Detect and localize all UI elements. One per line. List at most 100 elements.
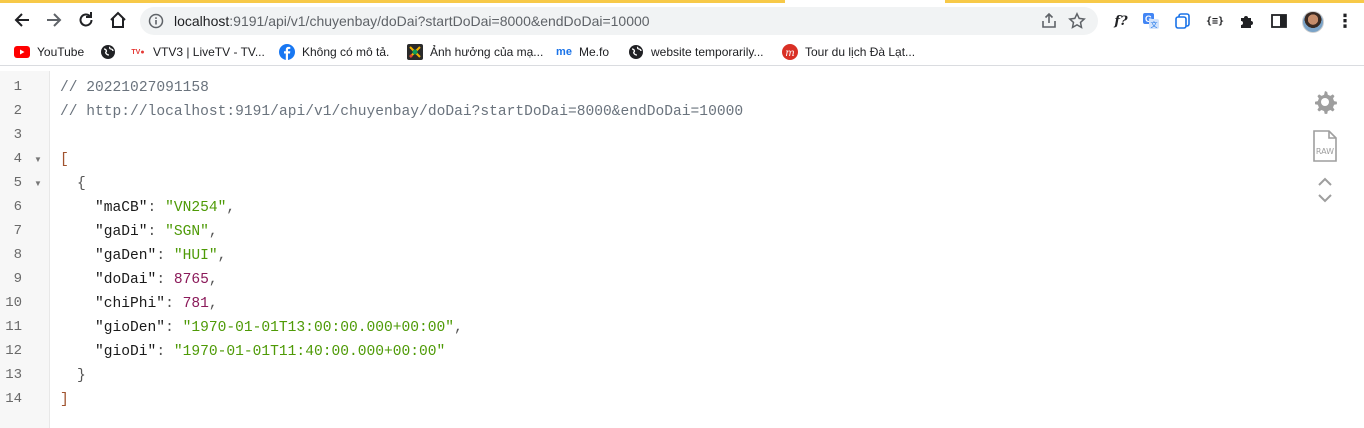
colorful-icon <box>407 44 423 60</box>
close-brace: } <box>77 368 86 384</box>
reload-button[interactable] <box>72 6 100 34</box>
json-field-row: "gaDen": "HUI", <box>95 248 227 264</box>
bookmark-label: Tour du lịch Đà Lạt... <box>805 45 916 59</box>
tab-strip-accent <box>945 0 1364 3</box>
json-comma: , <box>226 200 236 216</box>
comment-timestamp: // 20221027091158 <box>60 80 209 96</box>
reload-icon <box>79 12 93 27</box>
json-key: "maCB" <box>95 200 148 216</box>
line-number: 12 <box>5 343 22 359</box>
close-bracket: ] <box>60 392 69 408</box>
bookmark-vtv3[interactable]: TV● VTV3 | LiveTV - TV... <box>130 43 265 61</box>
json-key: "gaDi" <box>95 224 148 240</box>
json-value: 8765 <box>173 272 209 288</box>
json-viewer: 1 2 3 4 5 6 7 8 9 10 11 12 13 14 ▼ ▼ // … <box>0 71 1364 428</box>
home-icon <box>110 11 126 28</box>
globe-icon <box>628 44 644 60</box>
line-number: 14 <box>5 391 22 407</box>
copy-icon <box>1175 13 1190 29</box>
facebook-icon <box>279 44 295 60</box>
json-comma: , <box>208 224 218 240</box>
json-comma: , <box>208 296 218 312</box>
line-number: 3 <box>13 127 22 143</box>
side-panel-icon <box>1271 14 1287 28</box>
home-button[interactable] <box>104 6 132 34</box>
json-value: "VN254" <box>165 200 227 216</box>
open-bracket: [ <box>60 152 69 168</box>
globe-icon <box>100 44 116 60</box>
bookmark-star-icon[interactable] <box>1068 12 1086 30</box>
line-number: 7 <box>13 223 22 239</box>
bookmark-label: Không có mô tả. <box>302 45 390 59</box>
json-extension-icon[interactable]: {≡} <box>1204 10 1226 32</box>
raw-file-icon[interactable]: RAW <box>1310 130 1340 162</box>
info-icon[interactable] <box>148 13 164 29</box>
json-field-row: "gioDen": "1970-01-01T13:00:00.000+00:00… <box>95 320 463 336</box>
bookmark-tour[interactable]: m Tour du lịch Đà Lạt... <box>782 43 915 61</box>
bookmark-article[interactable]: Ảnh hưởng của mạ... <box>407 43 543 61</box>
formula-extension-icon[interactable]: f? <box>1110 10 1132 32</box>
json-value: "SGN" <box>165 224 209 240</box>
tab-strip-accent <box>0 0 785 3</box>
bookmark-facebook[interactable]: Không có mô tả. <box>279 43 389 61</box>
bookmark-label: Ảnh hưởng của mạ... <box>430 45 544 59</box>
json-key: "gioDen" <box>95 320 166 336</box>
json-value: "1970-01-01T13:00:00.000+00:00" <box>182 320 455 336</box>
bookmark-mefo[interactable]: me Me.fo <box>556 43 609 61</box>
tour-icon: m <box>782 44 798 60</box>
back-button[interactable] <box>8 6 36 34</box>
bookmark-label: Me.fo <box>579 45 610 59</box>
address-bar[interactable]: localhost:9191/api/v1/chuyenbay/doDai?st… <box>140 7 1098 35</box>
line-number: 5 <box>13 175 22 191</box>
browser-toolbar: localhost:9191/api/v1/chuyenbay/doDai?st… <box>0 4 1364 38</box>
copy-extension-icon[interactable] <box>1172 10 1194 32</box>
json-field-row: "gaDi": "SGN", <box>95 224 218 240</box>
menu-kebab-icon[interactable]: ⋮ <box>1334 10 1356 32</box>
forward-arrow-icon <box>47 13 62 27</box>
comment-url: // http://localhost:9191/api/v1/chuyenba… <box>60 104 744 120</box>
puzzle-icon <box>1241 16 1253 28</box>
line-number: 6 <box>13 199 22 215</box>
me-icon: me <box>556 46 572 58</box>
line-number: 10 <box>5 295 22 311</box>
json-comma: , <box>454 320 463 336</box>
line-number: 8 <box>13 247 22 263</box>
line-number: 11 <box>5 319 22 335</box>
line-number: 9 <box>13 271 22 287</box>
settings-gear-icon[interactable] <box>1310 87 1340 117</box>
translate-icon: G文 <box>1143 13 1159 29</box>
json-field-row: "maCB": "VN254", <box>95 200 236 216</box>
bookmark-label: website temporarily... <box>651 45 764 59</box>
collapse-expand-icon[interactable] <box>1310 175 1340 205</box>
json-value: "1970-01-01T11:40:00.000+00:00" <box>173 344 446 360</box>
bookmark-label: YouTube <box>37 45 85 59</box>
sidepanel-icon[interactable] <box>1268 10 1290 32</box>
json-key: "gaDen" <box>95 248 157 264</box>
json-comma: , <box>217 248 227 264</box>
tv-icon: TV● <box>131 48 145 56</box>
json-key: "chiPhi" <box>95 296 166 312</box>
puzzle-extension-icon[interactable] <box>1236 10 1258 32</box>
back-arrow-icon <box>14 13 29 27</box>
bookmark-label: VTV3 | LiveTV - TV... <box>153 45 265 59</box>
json-field-row: "chiPhi": 781, <box>95 296 218 312</box>
bookmark-globe[interactable] <box>100 43 123 61</box>
bookmark-website[interactable]: website temporarily... <box>628 43 763 61</box>
json-key: "gioDi" <box>95 344 157 360</box>
youtube-icon <box>14 44 30 60</box>
share-icon[interactable] <box>1040 12 1058 30</box>
line-number: 13 <box>5 367 22 383</box>
forward-button[interactable] <box>40 6 68 34</box>
translate-extension-icon[interactable]: G文 <box>1140 10 1162 32</box>
raw-label: RAW <box>1316 147 1334 156</box>
bookmarks-bar: YouTube TV● VTV3 | LiveTV - TV... Không … <box>0 38 1364 66</box>
open-brace: { <box>77 176 86 192</box>
json-code: // 20221027091158 // http://localhost:91… <box>60 71 743 408</box>
url-path: :9191/api/v1/chuyenbay/doDai?startDoDai=… <box>229 13 650 29</box>
bookmark-youtube[interactable]: YouTube <box>14 43 84 61</box>
profile-avatar[interactable] <box>1302 11 1324 33</box>
fold-toggle-icon[interactable]: ▼ <box>34 155 44 164</box>
url-text[interactable]: localhost:9191/api/v1/chuyenbay/doDai?st… <box>174 13 650 29</box>
fold-toggle-icon[interactable]: ▼ <box>34 179 44 188</box>
json-value: "HUI" <box>173 248 218 264</box>
